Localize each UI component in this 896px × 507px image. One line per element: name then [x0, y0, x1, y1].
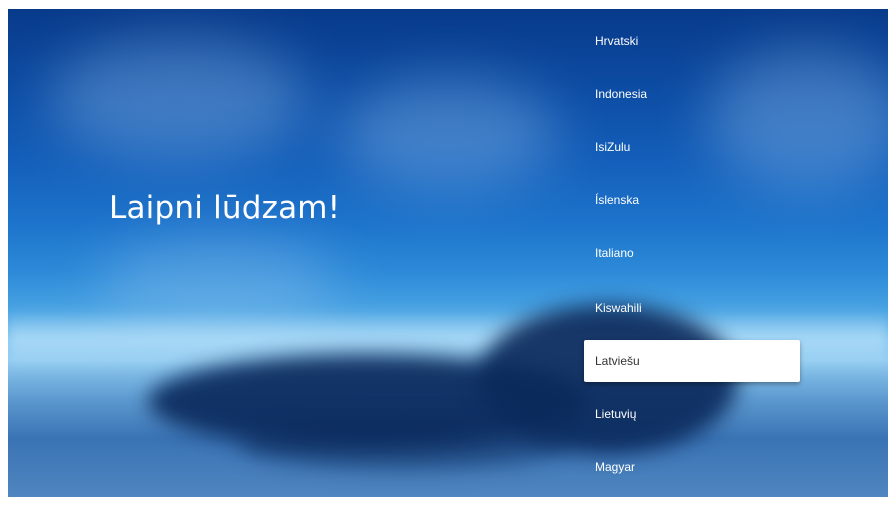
- welcome-heading: Laipni lūdzam!: [109, 190, 341, 226]
- language-item-hrvatski[interactable]: Hrvatski: [584, 20, 800, 62]
- language-item-lietuviu[interactable]: Lietuvių: [584, 393, 800, 435]
- background-cloud: [48, 39, 308, 159]
- language-item-italiano[interactable]: Italiano: [584, 232, 800, 274]
- setup-screen: Laipni lūdzam! Hrvatski Indonesia IsiZul…: [8, 9, 888, 497]
- language-item-latviesu[interactable]: Latviešu: [584, 340, 800, 382]
- background-island: [238, 419, 568, 469]
- background-cloud: [338, 79, 558, 189]
- language-item-magyar[interactable]: Magyar: [584, 446, 800, 488]
- language-list[interactable]: Hrvatski Indonesia IsiZulu Íslenska Ital…: [584, 9, 812, 497]
- language-item-isizulu[interactable]: IsiZulu: [584, 126, 800, 168]
- language-item-indonesia[interactable]: Indonesia: [584, 73, 800, 115]
- language-item-islenska[interactable]: Íslenska: [584, 179, 800, 221]
- language-item-kiswahili[interactable]: Kiswahili: [584, 287, 800, 329]
